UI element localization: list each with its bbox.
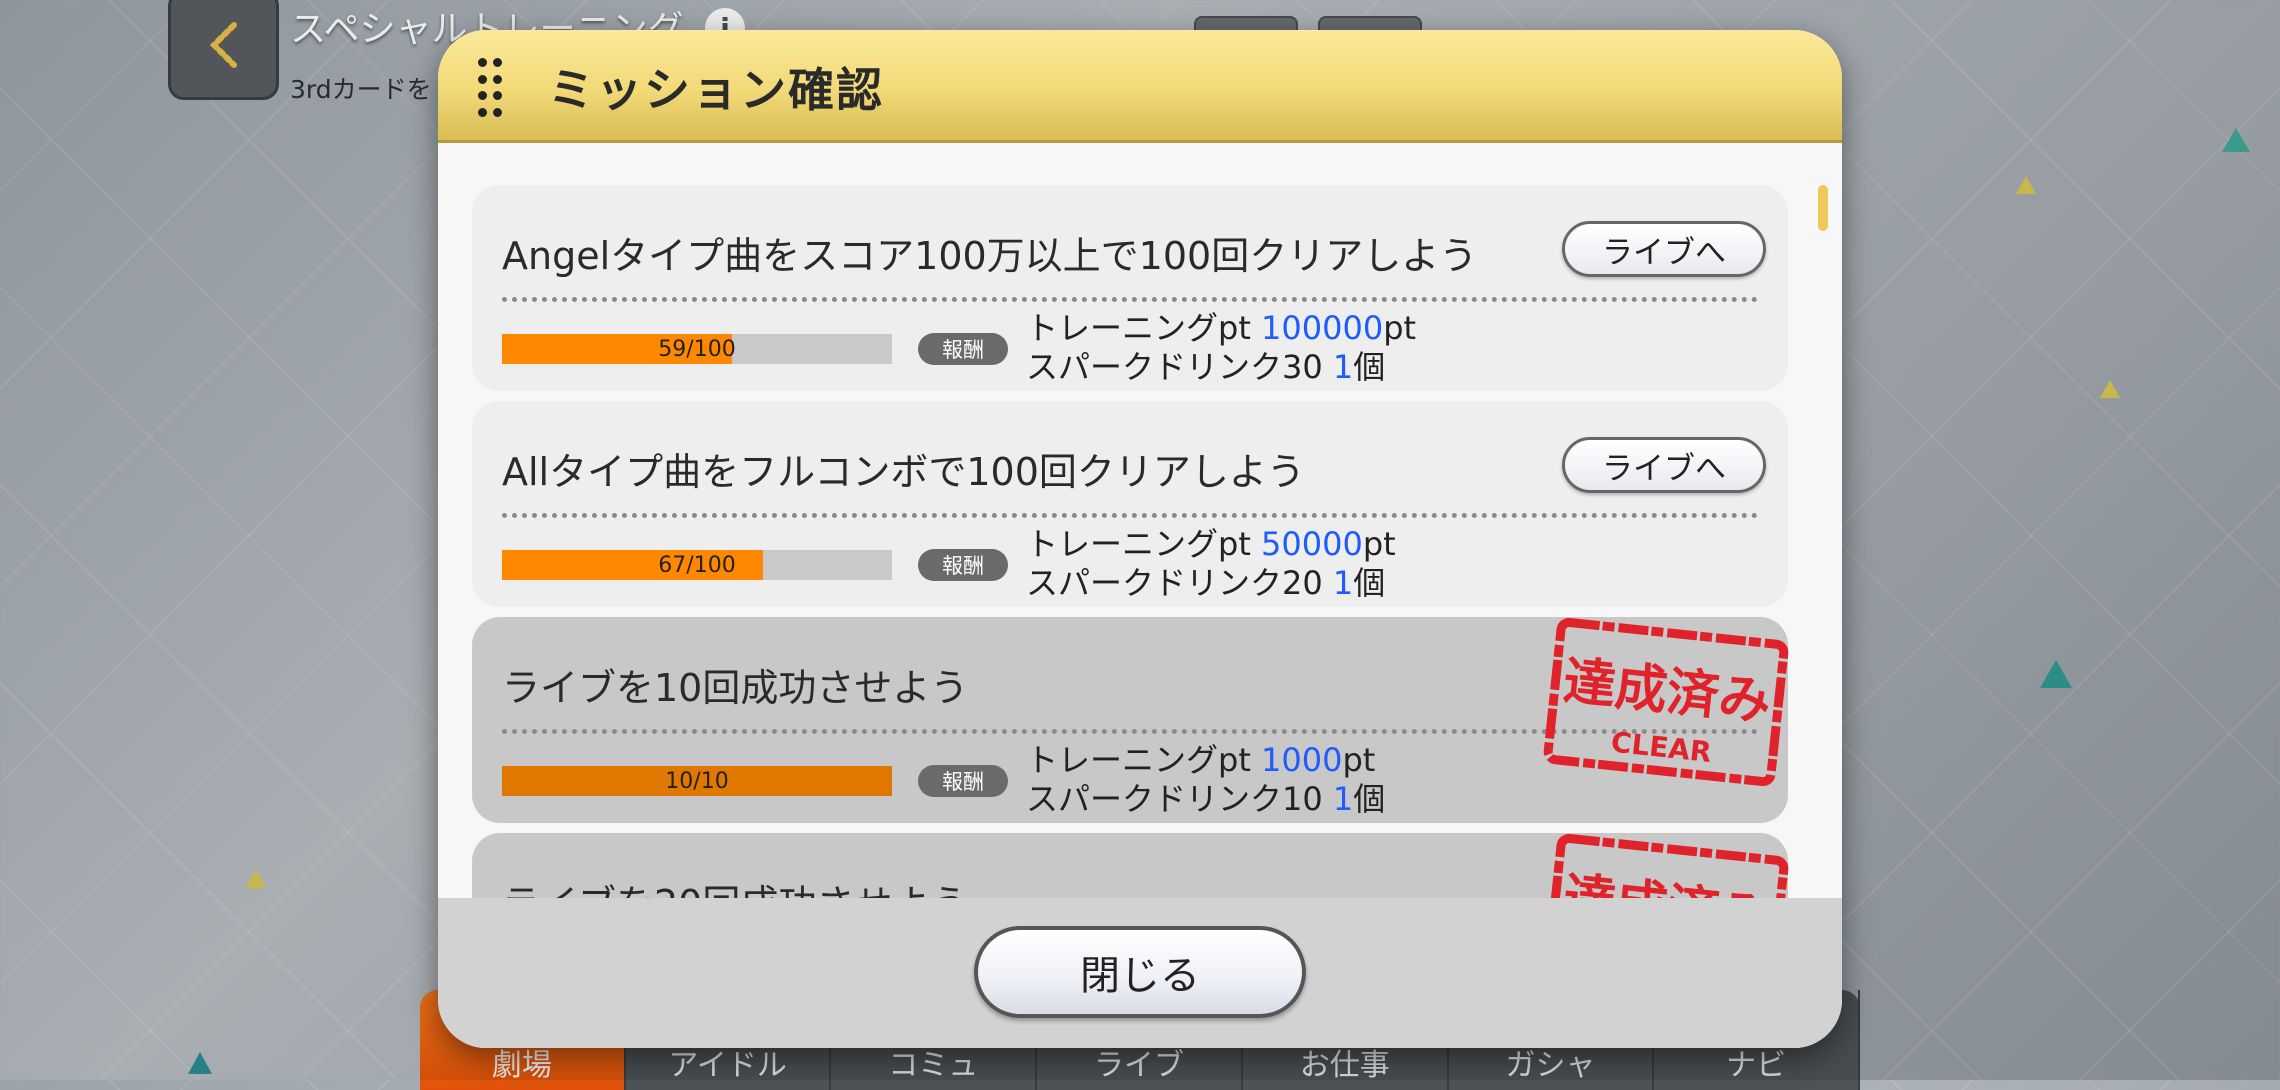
dialog-title: ミッション確認 bbox=[548, 63, 884, 117]
reward-list: トレーニングpt 1000pt スパークドリンク10 1個 bbox=[1026, 741, 1385, 819]
progress-bar: 10/10 bbox=[502, 766, 892, 796]
dotted-divider bbox=[502, 297, 1758, 302]
reward-badge: 報酬 bbox=[918, 333, 1008, 365]
go-to-live-button[interactable]: ライブへ bbox=[1562, 221, 1766, 277]
progress-text: 10/10 bbox=[665, 768, 729, 794]
reward-spark-drink: スパークドリンク20 1個 bbox=[1026, 564, 1386, 602]
close-button[interactable]: 閉じる bbox=[974, 926, 1306, 1018]
scrollbar-thumb[interactable] bbox=[1818, 185, 1828, 231]
reward-badge: 報酬 bbox=[918, 765, 1008, 797]
mission-list[interactable]: Angelタイプ曲をスコア100万以上で100回クリアしよう ライブへ 59/1… bbox=[438, 143, 1842, 911]
mission-title: Angelタイプ曲をスコア100万以上で100回クリアしよう bbox=[502, 234, 1478, 278]
mission-title: ライブを10回成功させよう bbox=[502, 666, 969, 710]
progress-bar: 59/100 bbox=[502, 334, 892, 364]
progress-text: 59/100 bbox=[658, 336, 736, 362]
reward-spark-drink: スパークドリンク30 1個 bbox=[1026, 348, 1386, 386]
svg-text:CLEAR: CLEAR bbox=[1609, 726, 1713, 769]
cleared-stamp-icon: 達成済み CLEAR bbox=[1543, 617, 1789, 787]
reward-spark-drink: スパークドリンク10 1個 bbox=[1026, 780, 1386, 818]
reward-list: トレーニングpt 50000pt スパークドリンク20 1個 bbox=[1026, 525, 1396, 603]
reward-list: トレーニングpt 100000pt スパークドリンク30 1個 bbox=[1026, 309, 1416, 387]
dialog-footer: 閉じる bbox=[438, 898, 1842, 1048]
reward-badge: 報酬 bbox=[918, 549, 1008, 581]
mission-card: Angelタイプ曲をスコア100万以上で100回クリアしよう ライブへ 59/1… bbox=[472, 185, 1788, 391]
reward-training-pt: トレーニングpt 100000pt bbox=[1026, 309, 1417, 347]
go-to-live-button[interactable]: ライブへ bbox=[1562, 437, 1766, 493]
mission-card: Allタイプ曲をフルコンボで100回クリアしよう ライブへ 67/100 報酬 … bbox=[472, 401, 1788, 607]
mission-dialog: ミッション確認 Angelタイプ曲をスコア100万以上で100回クリアしよう ラ… bbox=[438, 30, 1842, 1048]
dialog-header: ミッション確認 bbox=[438, 30, 1842, 143]
reward-training-pt: トレーニングpt 50000pt bbox=[1026, 525, 1396, 563]
dotted-divider bbox=[502, 513, 1758, 518]
reward-training-pt: トレーニングpt 1000pt bbox=[1026, 741, 1376, 779]
progress-text: 67/100 bbox=[658, 552, 736, 578]
progress-bar: 67/100 bbox=[502, 550, 892, 580]
drag-handle-icon bbox=[478, 58, 508, 118]
mission-title: Allタイプ曲をフルコンボで100回クリアしよう bbox=[502, 450, 1305, 494]
mission-card-completed: ライブを10回成功させよう 10/10 報酬 トレーニングpt 1000pt ス… bbox=[472, 617, 1789, 823]
svg-text:達成済み: 達成済み bbox=[1560, 651, 1773, 732]
